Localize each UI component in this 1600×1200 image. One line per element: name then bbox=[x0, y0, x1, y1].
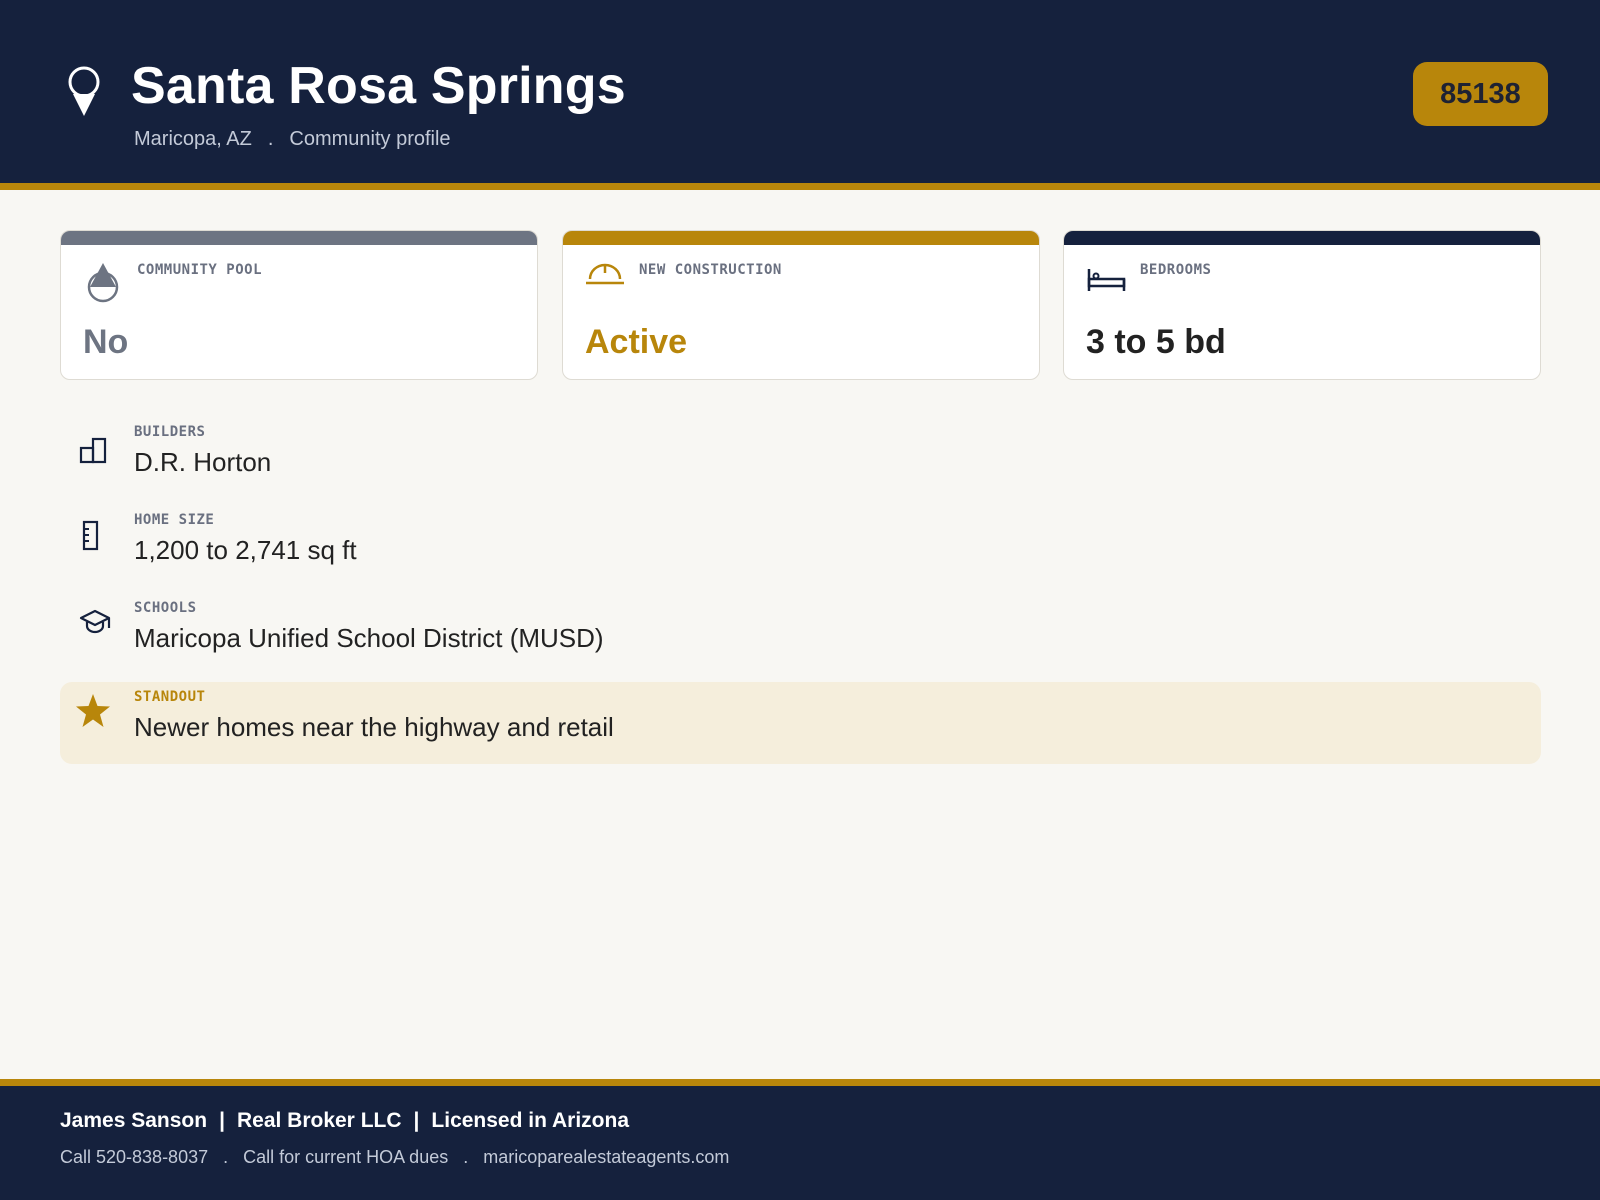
footer-separator: . bbox=[463, 1147, 469, 1167]
zip-code-badge: 85138 bbox=[1413, 62, 1548, 126]
card-value: Active bbox=[585, 323, 688, 361]
buildings-icon bbox=[79, 437, 107, 464]
footer-divider: | bbox=[413, 1109, 420, 1132]
location-text: Maricopa, AZ bbox=[134, 128, 252, 150]
map-pin-icon bbox=[68, 66, 100, 116]
agent-info: James Sanson | Real Broker LLC | Licensed in… bbox=[60, 1109, 629, 1133]
license-text: Licensed in Arizona bbox=[431, 1109, 629, 1132]
footer-separator: . bbox=[223, 1147, 229, 1167]
page-header: Santa Rosa Springs Maricopa, AZ. Communit… bbox=[0, 0, 1600, 190]
detail-label: HOME SIZE bbox=[134, 512, 215, 528]
standout-value: Newer homes near the highway and retail bbox=[134, 712, 614, 742]
schools-row: SCHOOLS Maricopa Unified School District… bbox=[60, 600, 1540, 680]
card-value: No bbox=[83, 323, 129, 361]
page-footer: James Sanson | Real Broker LLC | Licensed in… bbox=[0, 1079, 1600, 1200]
phone-text: Call 520-838-8037 bbox=[60, 1147, 209, 1167]
graduation-cap-icon bbox=[79, 609, 111, 634]
contact-info: Call 520-838-8037. Call for current HOA d… bbox=[60, 1147, 729, 1168]
hard-hat-icon bbox=[586, 263, 624, 285]
home-size-row: HOME SIZE 1,200 to 2,741 sq ft bbox=[60, 512, 1540, 592]
page-subtitle: Maricopa, AZ. Community profile bbox=[134, 128, 451, 151]
page-type-text: Community profile bbox=[289, 128, 451, 150]
agent-name: James Sanson bbox=[60, 1109, 208, 1132]
ruler-icon bbox=[82, 520, 99, 551]
subtitle-separator: . bbox=[267, 128, 274, 150]
detail-label: BUILDERS bbox=[134, 424, 206, 440]
new-construction-card: NEW CONSTRUCTION Active bbox=[562, 230, 1040, 380]
water-drop-icon bbox=[87, 263, 119, 303]
website-text: maricoparealestateagents.com bbox=[483, 1147, 730, 1167]
hoa-note: Call for current HOA dues bbox=[243, 1147, 449, 1167]
card-value: 3 to 5 bd bbox=[1086, 323, 1226, 361]
community-pool-card: COMMUNITY POOL No bbox=[60, 230, 538, 380]
brokerage-name: Real Broker LLC bbox=[236, 1109, 402, 1132]
card-label: BEDROOMS bbox=[1140, 262, 1212, 278]
detail-value: D.R. Horton bbox=[134, 447, 272, 477]
detail-value: Maricopa Unified School District (MUSD) bbox=[134, 623, 604, 653]
bedrooms-card: BEDROOMS 3 to 5 bd bbox=[1063, 230, 1541, 380]
card-accent-bar bbox=[563, 231, 1039, 245]
star-icon bbox=[76, 694, 110, 727]
page-title: Santa Rosa Springs bbox=[131, 57, 626, 115]
card-accent-bar bbox=[1064, 231, 1540, 245]
standout-label: STANDOUT bbox=[134, 689, 206, 705]
detail-value: 1,200 to 2,741 sq ft bbox=[134, 535, 357, 565]
card-label: COMMUNITY POOL bbox=[137, 262, 263, 278]
footer-divider: | bbox=[219, 1109, 225, 1132]
card-accent-bar bbox=[61, 231, 537, 245]
standout-callout: STANDOUT Newer homes near the highway an… bbox=[60, 682, 1541, 764]
card-label: NEW CONSTRUCTION bbox=[639, 262, 782, 278]
detail-label: SCHOOLS bbox=[134, 600, 197, 616]
builders-row: BUILDERS D.R. Horton bbox=[60, 424, 1540, 504]
bed-icon bbox=[1087, 269, 1126, 291]
